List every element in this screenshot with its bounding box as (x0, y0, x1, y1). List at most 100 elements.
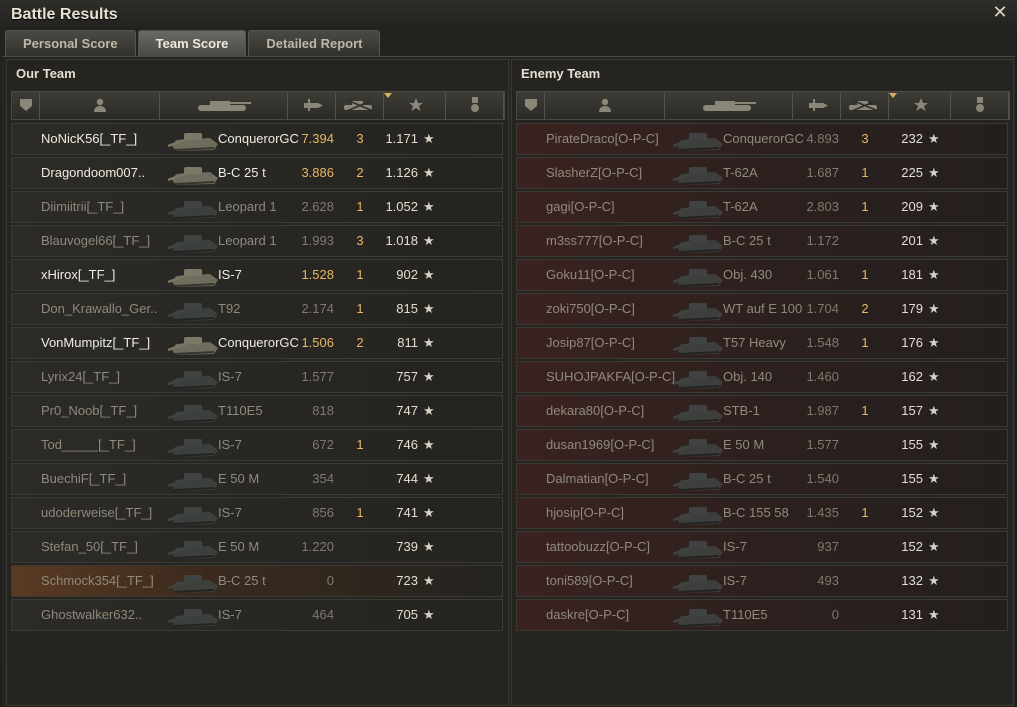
table-row[interactable]: dusan1969[O-P-C] E 50 M 1.577 155 ★ (516, 429, 1008, 461)
player-name: gagi[O-P-C] (546, 199, 615, 214)
table-row[interactable]: Ghostwalker632.. IS-7 464 705 ★ (11, 599, 503, 631)
experience-value: 201 (901, 233, 923, 248)
table-row[interactable]: Dragondoom007.. B-C 25 t 3.886 2 1.126 ★ (11, 157, 503, 189)
table-row[interactable]: PirateDraco[O-P-C] ConquerorGC 4.893 3 232 ★ (516, 123, 1008, 155)
close-icon[interactable]: ✕ (991, 3, 1009, 21)
tank-icon (166, 430, 226, 460)
damage-value: 1.540 (806, 471, 839, 486)
tank-name: T-62A (723, 199, 758, 214)
experience-column-star-icon[interactable] (384, 92, 446, 119)
kills-value: 1 (356, 199, 364, 214)
table-row[interactable]: Tod_____[_TF_] IS-7 672 1 746 ★ (11, 429, 503, 461)
platoon-column-shield-icon[interactable] (517, 92, 545, 119)
player-name: Pr0_Noob[_TF_] (41, 403, 138, 418)
table-row[interactable]: tattoobuzz[O-P-C] IS-7 937 152 ★ (516, 531, 1008, 563)
star-icon: ★ (928, 165, 940, 180)
table-row[interactable]: Don_Krawallo_Ger.. T92 2.174 1 815 ★ (11, 293, 503, 325)
player-name: VonMumpitz[_TF_] (41, 335, 151, 350)
damage-value: 1.528 (301, 267, 334, 282)
player-name: Schmock354[_TF_] (41, 573, 154, 588)
our-team-column-header (11, 91, 505, 120)
player-name: m3ss777[O-P-C] (546, 233, 643, 248)
table-row[interactable]: Blauvogel66[_TF_] Leopard 1 1.993 3 1.018 ★ (11, 225, 503, 257)
table-row[interactable]: VonMumpitz[_TF_] ConquerorGC 1.506 2 811 ★ (11, 327, 503, 359)
table-row[interactable]: xHirox[_TF_] IS-7 1.528 1 902 ★ (11, 259, 503, 291)
player-name: SUHOJPAKFA[O-P-C] (546, 369, 676, 384)
damage-value: 1.220 (301, 539, 334, 554)
damage-value: 1.577 (301, 369, 334, 384)
star-icon: ★ (928, 369, 940, 384)
experience-value: 155 (901, 471, 923, 486)
table-row[interactable]: SlasherZ[O-P-C] T-62A 1.687 1 225 ★ (516, 157, 1008, 189)
table-row[interactable]: BuechiF[_TF_] E 50 M 354 744 ★ (11, 463, 503, 495)
kills-value: 1 (861, 335, 869, 350)
kills-column-destroyed-tank-icon[interactable] (841, 92, 889, 119)
table-row[interactable]: hjosip[O-P-C] B-C 155 58 1.435 1 152 ★ (516, 497, 1008, 529)
kills-column-destroyed-tank-icon[interactable] (336, 92, 384, 119)
table-row[interactable]: SUHOJPAKFA[O-P-C] Obj. 140 1.460 162 ★ (516, 361, 1008, 393)
table-row[interactable]: Diimiitrii[_TF_] Leopard 1 2.628 1 1.052 ★ (11, 191, 503, 223)
tank-name: ConquerorGC (218, 335, 299, 350)
medals-column-medal-icon[interactable] (951, 92, 1009, 119)
damage-value: 1.172 (806, 233, 839, 248)
player-name: Stefan_50[_TF_] (41, 539, 138, 554)
table-row[interactable]: Dalmatian[O-P-C] B-C 25 t 1.540 155 ★ (516, 463, 1008, 495)
table-row[interactable]: Stefan_50[_TF_] E 50 M 1.220 739 ★ (11, 531, 503, 563)
experience-value: 157 (901, 403, 923, 418)
star-icon: ★ (423, 267, 435, 282)
experience-column-star-icon[interactable] (889, 92, 951, 119)
experience-value: 1.018 (385, 233, 418, 248)
experience-value: 162 (901, 369, 923, 384)
star-icon: ★ (928, 233, 940, 248)
kills-value: 1 (356, 437, 364, 452)
tank-name: B-C 25 t (723, 471, 771, 486)
table-row[interactable]: NoNicK56[_TF_] ConquerorGC 7.394 3 1.171 ★ (11, 123, 503, 155)
table-row[interactable]: toni589[O-P-C] IS-7 493 132 ★ (516, 565, 1008, 597)
player-column-person-icon[interactable] (545, 92, 665, 119)
tank-icon (166, 328, 226, 358)
damage-column-shell-icon[interactable] (793, 92, 841, 119)
tank-name: B-C 155 58 (723, 505, 789, 520)
tank-name: E 50 M (218, 539, 260, 554)
table-row[interactable]: Goku11[O-P-C] Obj. 430 1.061 1 181 ★ (516, 259, 1008, 291)
tank-icon (166, 600, 226, 630)
table-row[interactable]: Josip87[O-P-C] T57 Heavy 1.548 1 176 ★ (516, 327, 1008, 359)
player-column-person-icon[interactable] (40, 92, 160, 119)
kills-value: 2 (356, 335, 364, 350)
damage-value: 856 (312, 505, 334, 520)
tab-detailed-report[interactable]: Detailed Report (248, 30, 381, 56)
vehicle-column-tank-icon[interactable] (665, 92, 793, 119)
table-row[interactable]: zoki750[O-P-C] WT auf E 100 1.704 2 179 ★ (516, 293, 1008, 325)
damage-value: 1.993 (301, 233, 334, 248)
table-row[interactable]: udoderweise[_TF_] IS-7 856 1 741 ★ (11, 497, 503, 529)
tab-team-score[interactable]: Team Score (137, 30, 247, 56)
table-row[interactable]: Pr0_Noob[_TF_] T110E5 818 747 ★ (11, 395, 503, 427)
kills-value: 1 (356, 301, 364, 316)
player-name: NoNicK56[_TF_] (41, 131, 138, 146)
tab-personal-score[interactable]: Personal Score (5, 30, 136, 56)
experience-value: 1.126 (385, 165, 418, 180)
damage-column-shell-icon[interactable] (288, 92, 336, 119)
table-row[interactable]: Schmock354[_TF_] B-C 25 t 0 723 ★ (11, 565, 503, 597)
tank-icon (166, 226, 226, 256)
kills-value: 2 (861, 301, 869, 316)
star-icon: ★ (423, 471, 435, 486)
table-row[interactable]: dekara80[O-P-C] STB-1 1.987 1 157 ★ (516, 395, 1008, 427)
table-row[interactable]: Lyrix24[_TF_] IS-7 1.577 757 ★ (11, 361, 503, 393)
tank-name: ConquerorGC (218, 131, 299, 146)
table-row[interactable]: gagi[O-P-C] T-62A 2.803 1 209 ★ (516, 191, 1008, 223)
vehicle-column-tank-icon[interactable] (160, 92, 288, 119)
kills-value: 3 (356, 233, 364, 248)
experience-value: 739 (396, 539, 418, 554)
kills-value: 1 (356, 267, 364, 282)
table-row[interactable]: daskre[O-P-C] T110E5 0 131 ★ (516, 599, 1008, 631)
tank-name: Leopard 1 (218, 233, 277, 248)
our-team-rows: NoNicK56[_TF_] ConquerorGC 7.394 3 1.171 ★ Dra… (11, 123, 503, 633)
damage-value: 2.628 (301, 199, 334, 214)
platoon-column-shield-icon[interactable] (12, 92, 40, 119)
table-row[interactable]: m3ss777[O-P-C] B-C 25 t 1.172 201 ★ (516, 225, 1008, 257)
experience-value: 747 (396, 403, 418, 418)
tank-icon (166, 294, 226, 324)
medals-column-medal-icon[interactable] (446, 92, 504, 119)
tank-icon (166, 362, 226, 392)
